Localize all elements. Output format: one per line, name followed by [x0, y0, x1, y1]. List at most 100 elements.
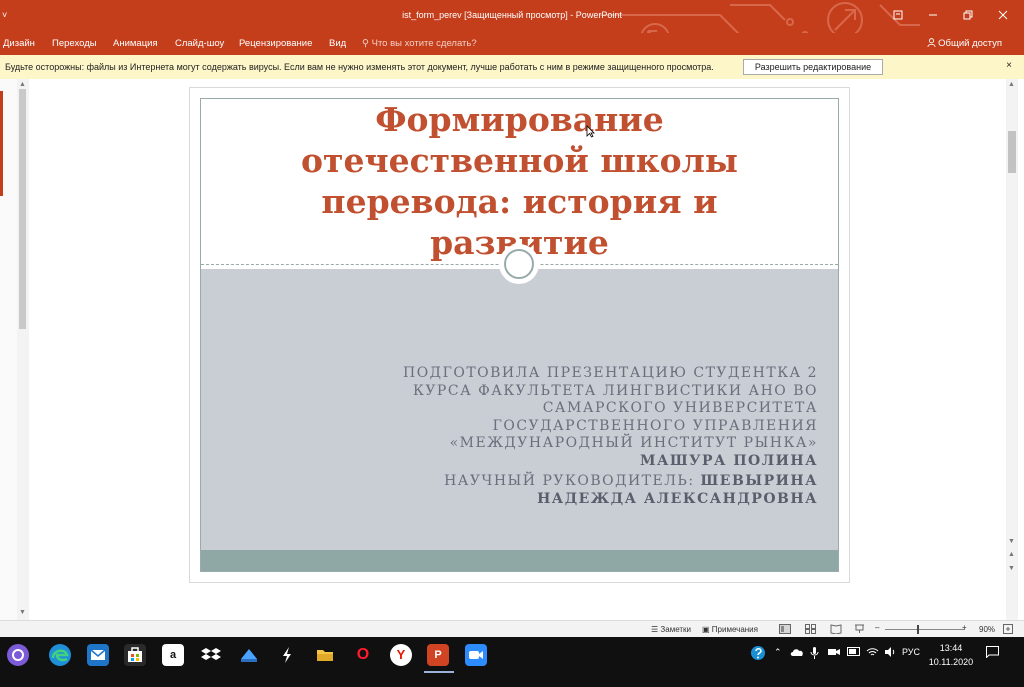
subtitle-line: ГОСУДАРСТВЕННОГО УПРАВЛЕНИЯ	[492, 417, 818, 434]
language-indicator[interactable]: РУС	[902, 647, 920, 657]
thumbnail-scroll-thumb[interactable]	[19, 89, 26, 329]
opera-icon[interactable]: O	[352, 644, 374, 666]
notes-icon: ☰	[651, 625, 659, 634]
subtitle-line: КУРСА ФАКУЛЬТЕТА ЛИНГВИСТИКИ АНО ВО	[412, 382, 818, 399]
slideshow-icon[interactable]	[854, 624, 865, 636]
tab-review[interactable]: Рецензирование	[239, 38, 312, 49]
wifi-icon[interactable]	[866, 647, 879, 659]
zoom-in-button[interactable]: +	[962, 623, 967, 632]
amazon-icon[interactable]: a	[162, 644, 184, 666]
slide-footer-band	[201, 550, 838, 571]
edge-icon[interactable]	[49, 644, 71, 666]
restore-icon[interactable]	[950, 8, 985, 26]
clock-date: 10.11.2020	[928, 657, 974, 667]
comments-button[interactable]: ▣ Примечания	[702, 625, 758, 634]
normal-view-icon[interactable]	[779, 624, 791, 636]
notes-button[interactable]: ☰ Заметки	[651, 625, 691, 634]
cortana-icon[interactable]	[7, 644, 29, 666]
reading-view-icon[interactable]	[830, 624, 842, 636]
status-bar: ☰ Заметки ▣ Примечания – + 90%	[0, 620, 1024, 638]
share-label: Общий доступ	[938, 38, 1002, 49]
scroll-down-icon[interactable]: ▼	[19, 609, 26, 616]
window-controls	[880, 8, 1020, 26]
notifications-icon[interactable]	[986, 646, 999, 660]
title-line: Формирование	[375, 100, 664, 139]
tab-design[interactable]: Дизайн	[3, 38, 35, 49]
comment-icon: ▣	[702, 625, 710, 634]
supervisor-label: НАУЧНЫЙ РУКОВОДИТЕЛЬ:	[444, 473, 695, 489]
taskbar: a O Y P ⌃ РУС 13:44 10.11.2020	[0, 637, 1024, 687]
powerpoint-icon[interactable]: P	[427, 644, 449, 666]
zoom-icon[interactable]	[465, 644, 487, 666]
title-line: перевода: история и	[321, 182, 718, 221]
user-icon	[926, 38, 936, 48]
title-bar: ˅ ist_form_perev [Защищенный просмотр] -…	[0, 0, 1024, 53]
previous-slide-icon[interactable]: ▲	[1008, 551, 1015, 558]
lightbulb-icon: ⚲	[362, 38, 369, 49]
subtitle-placeholder[interactable]: ПОДГОТОВИЛА ПРЕЗЕНТАЦИЮ СТУДЕНТКА 2 КУРС…	[358, 365, 818, 508]
title-placeholder[interactable]: Формирование отечественной школы перевод…	[201, 99, 838, 265]
fit-slide-icon[interactable]	[1003, 624, 1013, 636]
ribbon-tabs: Дизайн Переходы Анимация Слайд-шоу Рецен…	[0, 33, 1024, 55]
help-icon[interactable]	[750, 645, 766, 663]
close-icon[interactable]	[985, 8, 1020, 26]
supervisor-surname: ШЕВЫРИНА	[700, 473, 818, 489]
slide-canvas[interactable]: Формирование отечественной школы перевод…	[200, 98, 839, 572]
dropbox-icon[interactable]	[200, 644, 222, 666]
tab-view[interactable]: Вид	[329, 38, 346, 49]
next-slide-icon[interactable]: ▼	[1008, 565, 1015, 572]
ribbon-display-options-icon[interactable]	[880, 8, 915, 26]
mail-icon[interactable]	[87, 644, 109, 666]
supervisor-line: НАУЧНЫЙ РУКОВОДИТЕЛЬ: ШЕВЫРИНА	[358, 473, 818, 491]
scroll-up-icon[interactable]: ▲	[1008, 81, 1015, 88]
file-explorer-icon[interactable]	[314, 644, 336, 666]
subtitle-line: ПОДГОТОВИЛА ПРЕЗЕНТАЦИЮ СТУДЕНТКА 2	[403, 365, 818, 381]
minimize-icon[interactable]	[915, 8, 950, 26]
video-icon[interactable]	[828, 647, 840, 659]
tell-me-placeholder: Что вы хотите сделать?	[371, 38, 477, 49]
active-app-indicator	[424, 671, 454, 673]
share-button[interactable]: Общий доступ	[926, 38, 1002, 49]
comments-label: Примечания	[711, 625, 758, 634]
battery-icon[interactable]	[847, 647, 861, 658]
circle-ring	[504, 249, 534, 279]
chevron-up-icon[interactable]: ⌃	[774, 647, 782, 658]
store-icon[interactable]	[124, 644, 146, 666]
scroll-down-icon[interactable]: ▼	[1008, 538, 1015, 545]
window-title: ist_form_perev [Защищенный просмотр] - P…	[402, 10, 622, 20]
clock-time: 13:44	[939, 643, 963, 653]
clock[interactable]: 13:44 10.11.2020	[928, 641, 974, 669]
title-line: отечественной школы	[300, 141, 738, 180]
tab-slideshow[interactable]: Слайд-шоу	[175, 38, 224, 49]
subtitle-line: САМАРСКОГО УНИВЕРСИТЕТА	[542, 400, 818, 416]
close-message-icon[interactable]: ×	[1006, 60, 1012, 71]
thumbnail-pane[interactable]	[0, 79, 18, 620]
zoom-out-button[interactable]: –	[875, 623, 879, 632]
tell-me-search[interactable]: ⚲ Что вы хотите сделать?	[362, 38, 477, 49]
decorative-circle	[499, 244, 539, 284]
notes-label: Заметки	[660, 625, 692, 634]
zoom-slider-knob[interactable]	[917, 625, 919, 634]
supervisor-given-names: НАДЕЖДА АЛЕКСАНДРОВНА	[537, 490, 818, 507]
onedrive-icon[interactable]	[790, 647, 804, 659]
slide-sorter-icon[interactable]	[805, 624, 816, 636]
yandex-icon[interactable]: Y	[390, 644, 412, 666]
tab-transitions[interactable]: Переходы	[52, 38, 97, 49]
microphone-icon[interactable]	[810, 647, 819, 661]
tab-animations[interactable]: Анимация	[113, 38, 158, 49]
protected-view-bar: Будьте осторожны: файлы из Интернета мог…	[0, 55, 1024, 80]
mouse-cursor-icon	[586, 125, 595, 138]
selected-thumbnail-indicator	[0, 91, 3, 196]
scroll-up-icon[interactable]: ▲	[19, 81, 26, 88]
enable-editing-button[interactable]: Разрешить редактирование	[743, 59, 883, 75]
protected-view-message: Будьте осторожны: файлы из Интернета мог…	[5, 62, 714, 72]
thumbnail-scrollbar[interactable]: ▲ ▼	[17, 79, 29, 620]
volume-icon[interactable]	[884, 647, 896, 659]
zoom-slider[interactable]	[885, 629, 965, 630]
slide-scroll-thumb[interactable]	[1008, 131, 1016, 173]
arrow-app-icon[interactable]	[276, 644, 298, 666]
editor-workspace: ▲ ▼ Формирование отечественной школы пер…	[0, 79, 1024, 620]
app-icon[interactable]	[238, 644, 260, 666]
slide-scrollbar[interactable]: ▲ ▼ ▲ ▼	[1006, 79, 1018, 620]
zoom-level[interactable]: 90%	[979, 625, 995, 634]
